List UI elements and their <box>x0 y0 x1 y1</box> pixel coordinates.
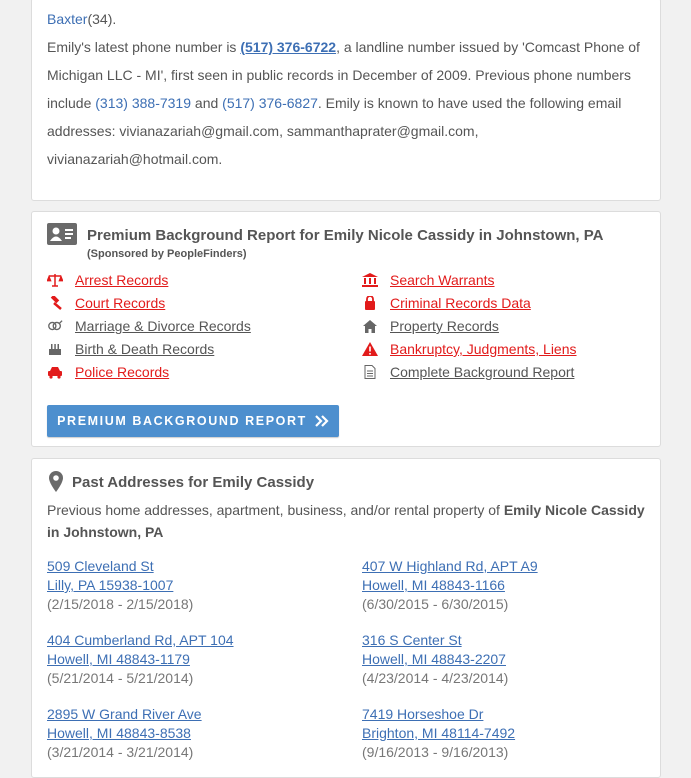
address-city-link[interactable]: Lilly, PA 15938-1007 <box>47 576 193 595</box>
gender-icon <box>47 318 63 334</box>
double-chevron-right-icon <box>315 415 329 427</box>
phone-main-link[interactable]: (517) 376-6722 <box>240 39 336 55</box>
police-car-icon <box>47 364 63 380</box>
premium-report-button[interactable]: PREMIUM BACKGROUND REPORT <box>47 405 339 437</box>
id-card-icon <box>47 223 77 250</box>
address-dates: (9/16/2013 - 9/16/2013) <box>362 744 509 760</box>
address-city-link[interactable]: Howell, MI 48843-1166 <box>362 576 538 595</box>
record-label: Arrest Records <box>75 272 169 288</box>
address-dates: (2/15/2018 - 2/15/2018) <box>47 596 194 612</box>
record-label: Birth & Death Records <box>75 341 215 357</box>
record-label: Court Records <box>75 295 166 311</box>
handcuffs-icon <box>362 295 378 311</box>
address-item: 509 Cleveland St Lilly, PA 15938-1007 (2… <box>47 557 193 614</box>
record-complete-report[interactable]: Complete Background Report <box>362 362 574 382</box>
premium-button-label: PREMIUM BACKGROUND REPORT <box>57 414 307 428</box>
and-text: and <box>191 95 223 111</box>
record-label: Bankruptcy, Judgments, Liens <box>390 341 577 357</box>
address-city-link[interactable]: Howell, MI 48843-2207 <box>362 650 508 669</box>
phone-prev-link-1[interactable]: (313) 388-7319 <box>95 95 191 111</box>
warning-icon <box>362 341 378 357</box>
address-item: 2895 W Grand River Ave Howell, MI 48843-… <box>47 705 202 762</box>
address-street-link[interactable]: 404 Cumberland Rd, APT 104 <box>47 631 234 650</box>
record-label: Police Records <box>75 364 170 380</box>
record-label: Search Warrants <box>390 272 495 288</box>
record-court[interactable]: Court Records <box>47 293 165 313</box>
past-addresses-title: Past Addresses for Emily Cassidy <box>72 474 315 491</box>
record-warrants[interactable]: Search Warrants <box>362 270 495 290</box>
document-icon <box>362 364 378 380</box>
record-arrest[interactable]: Arrest Records <box>47 270 168 290</box>
address-dates: (3/21/2014 - 3/21/2014) <box>47 744 194 760</box>
address-street-link[interactable]: 407 W Highland Rd, APT A9 <box>362 557 538 576</box>
address-city-link[interactable]: Brighton, MI 48114-7492 <box>362 724 515 743</box>
bio-relatives-fragment: Baxter(34). <box>47 5 647 33</box>
scales-icon <box>47 272 63 288</box>
address-dates: (4/23/2014 - 4/23/2014) <box>362 670 509 686</box>
address-city-link[interactable]: Howell, MI 48843-8538 <box>47 724 202 743</box>
cake-icon <box>47 341 63 357</box>
record-criminal[interactable]: Criminal Records Data <box>362 293 531 313</box>
address-item: 404 Cumberland Rd, APT 104 Howell, MI 48… <box>47 631 234 688</box>
gavel-icon <box>47 295 63 311</box>
past-addresses-card: Past Addresses for Emily Cassidy Previou… <box>31 458 661 778</box>
courthouse-icon <box>362 272 378 288</box>
address-city-link[interactable]: Howell, MI 48843-1179 <box>47 650 234 669</box>
address-street-link[interactable]: 7419 Horseshoe Dr <box>362 705 515 724</box>
addresses-intro: Previous home addresses, apartment, busi… <box>47 499 647 543</box>
record-bankruptcy[interactable]: Bankruptcy, Judgments, Liens <box>362 339 577 359</box>
record-label: Criminal Records Data <box>390 295 531 311</box>
record-label: Property Records <box>390 318 499 334</box>
record-marriage[interactable]: Marriage & Divorce Records <box>47 316 251 336</box>
record-property[interactable]: Property Records <box>362 316 499 336</box>
intro-text: Previous home addresses, apartment, busi… <box>47 502 504 518</box>
record-label: Marriage & Divorce Records <box>75 318 251 334</box>
address-item: 407 W Highland Rd, APT A9 Howell, MI 488… <box>362 557 538 614</box>
phone-intro: Emily's latest phone number is <box>47 39 241 55</box>
phone-prev-link-2[interactable]: (517) 376-6827 <box>222 95 318 111</box>
record-birth-death[interactable]: Birth & Death Records <box>47 339 214 359</box>
address-item: 7419 Horseshoe Dr Brighton, MI 48114-749… <box>362 705 515 762</box>
bio-phone-paragraph: Emily's latest phone number is (517) 376… <box>47 33 647 173</box>
sponsor-note: (Sponsored by PeopleFinders) <box>87 248 247 260</box>
premium-report-title: Premium Background Report for Emily Nico… <box>87 227 604 244</box>
home-icon <box>362 318 378 334</box>
address-street-link[interactable]: 316 S Center St <box>362 631 508 650</box>
relative-age: (34). <box>87 11 117 27</box>
bio-text: Baxter(34). Emily's latest phone number … <box>47 5 647 173</box>
address-item: 316 S Center St Howell, MI 48843-2207 (4… <box>362 631 508 688</box>
bio-card: Baxter(34). Emily's latest phone number … <box>31 0 661 201</box>
address-dates: (6/30/2015 - 6/30/2015) <box>362 596 509 612</box>
premium-report-card: Premium Background Report for Emily Nico… <box>31 211 661 447</box>
address-street-link[interactable]: 2895 W Grand River Ave <box>47 705 202 724</box>
record-label: Complete Background Report <box>390 364 575 380</box>
address-street-link[interactable]: 509 Cleveland St <box>47 557 193 576</box>
record-police[interactable]: Police Records <box>47 362 169 382</box>
address-dates: (5/21/2014 - 5/21/2014) <box>47 670 194 686</box>
relative-link-baxter[interactable]: Baxter <box>47 11 87 27</box>
map-pin-icon <box>49 471 63 497</box>
